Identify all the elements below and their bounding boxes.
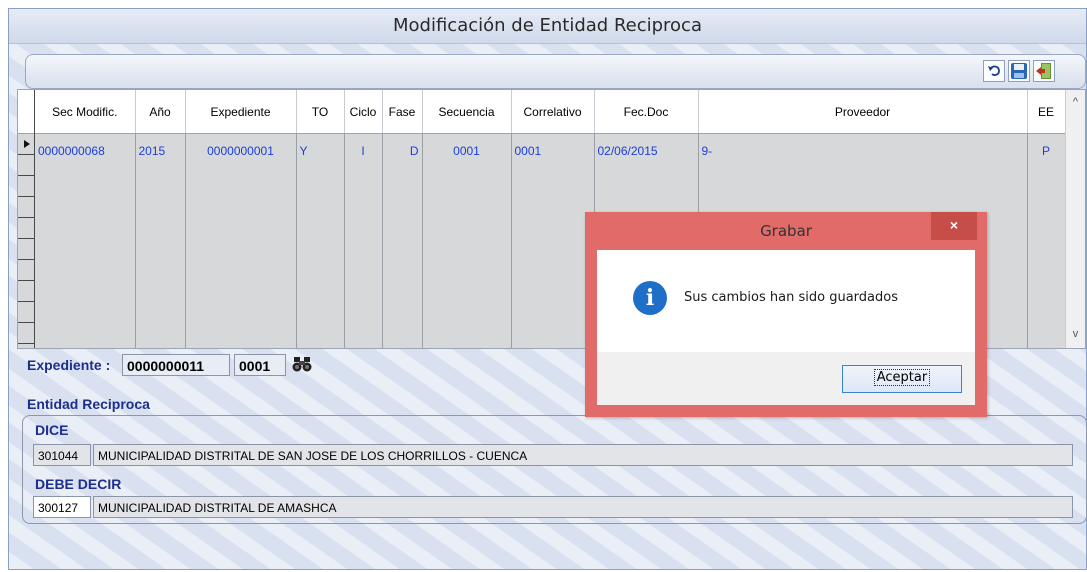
column-header[interactable]: Proveedor <box>698 90 1028 134</box>
toolbar <box>25 54 1086 89</box>
scroll-up-icon[interactable]: ^ <box>1066 96 1085 108</box>
info-icon: i <box>633 281 667 315</box>
close-icon[interactable]: × <box>931 212 977 240</box>
row-selector-column <box>18 90 35 348</box>
row-selector[interactable] <box>18 260 34 281</box>
column-header[interactable]: Fec.Doc <box>594 90 699 134</box>
save-icon <box>1011 63 1027 79</box>
expediente-label: Expediente : <box>27 357 111 373</box>
dialog-message-area: i Sus cambios han sido guardados <box>597 250 975 352</box>
column-header[interactable]: Fase <box>382 90 423 134</box>
dice-label: DICE <box>35 422 69 438</box>
exit-icon <box>1036 63 1051 79</box>
accept-button-label: Aceptar <box>873 369 931 386</box>
dialog-message: Sus cambios han sido guardados <box>684 290 898 305</box>
undo-icon <box>988 65 1000 76</box>
cell-secuencia[interactable]: 0001 <box>422 133 512 348</box>
column-header[interactable]: Sec Modific. <box>35 90 136 134</box>
cell-expediente[interactable]: 0000000001 <box>185 133 297 348</box>
cell-fase[interactable]: D <box>382 133 423 348</box>
cell-ciclo[interactable]: I <box>344 133 383 348</box>
window-title: Modificación de Entidad Reciproca <box>9 9 1086 44</box>
dice-name-field[interactable]: MUNICIPALIDAD DISTRITAL DE SAN JOSE DE L… <box>93 444 1073 466</box>
current-row-arrow-icon <box>24 140 30 148</box>
column-header[interactable]: Correlativo <box>511 90 595 134</box>
row-selector[interactable] <box>18 218 34 239</box>
row-selector[interactable] <box>18 155 34 176</box>
entidad-reciproca-group: DICE 301044 MUNICIPALIDAD DISTRITAL DE S… <box>22 415 1087 524</box>
column-header[interactable]: Expediente <box>185 90 297 134</box>
row-selector[interactable] <box>18 197 34 218</box>
debe-decir-code-field[interactable]: 300127 <box>33 496 91 518</box>
expediente-sequence-field[interactable]: 0001 <box>234 354 286 376</box>
column-header[interactable]: Ciclo <box>344 90 383 134</box>
binoculars-icon <box>292 357 312 372</box>
row-selector[interactable] <box>18 176 34 197</box>
debe-decir-label: DEBE DECIR <box>35 476 122 492</box>
row-selector[interactable] <box>18 239 34 260</box>
cell-to[interactable]: Y <box>296 133 345 348</box>
row-selector-current[interactable] <box>18 134 34 155</box>
exit-button[interactable] <box>1033 60 1055 82</box>
column-header[interactable]: TO <box>296 90 345 134</box>
cell-correlativo[interactable]: 0001 <box>511 133 595 348</box>
cell-ee[interactable]: P <box>1027 133 1066 348</box>
dialog-body: i Sus cambios han sido guardados Aceptar <box>597 250 975 405</box>
search-button[interactable] <box>292 355 314 375</box>
save-button[interactable] <box>1008 60 1030 82</box>
scroll-down-icon[interactable]: v <box>1066 328 1085 340</box>
row-selector[interactable] <box>18 281 34 302</box>
cell-anio[interactable]: 2015 <box>135 133 186 348</box>
grid-header-row: Sec Modific. Año Expediente TO Ciclo Fas… <box>35 90 1066 134</box>
expediente-number-field[interactable]: 0000000011 <box>122 354 230 376</box>
row-selector[interactable] <box>18 302 34 323</box>
debe-decir-name-field[interactable]: MUNICIPALIDAD DISTRITAL DE AMASHCA <box>93 496 1073 518</box>
column-header[interactable]: EE <box>1027 90 1066 134</box>
save-confirmation-dialog: Grabar × i Sus cambios han sido guardado… <box>585 212 987 417</box>
row-selector[interactable] <box>18 323 34 344</box>
column-header[interactable]: Año <box>135 90 186 134</box>
entidad-reciproca-label: Entidad Reciproca <box>27 396 150 412</box>
dice-code-field[interactable]: 301044 <box>33 444 91 466</box>
column-header[interactable]: Secuencia <box>422 90 512 134</box>
grid-vertical-scrollbar[interactable]: ^ v <box>1065 90 1085 348</box>
cell-sec-modific[interactable]: 0000000068 <box>35 133 136 348</box>
undo-button[interactable] <box>983 60 1005 82</box>
accept-button[interactable]: Aceptar <box>842 365 962 393</box>
dialog-title: Grabar <box>760 222 812 240</box>
